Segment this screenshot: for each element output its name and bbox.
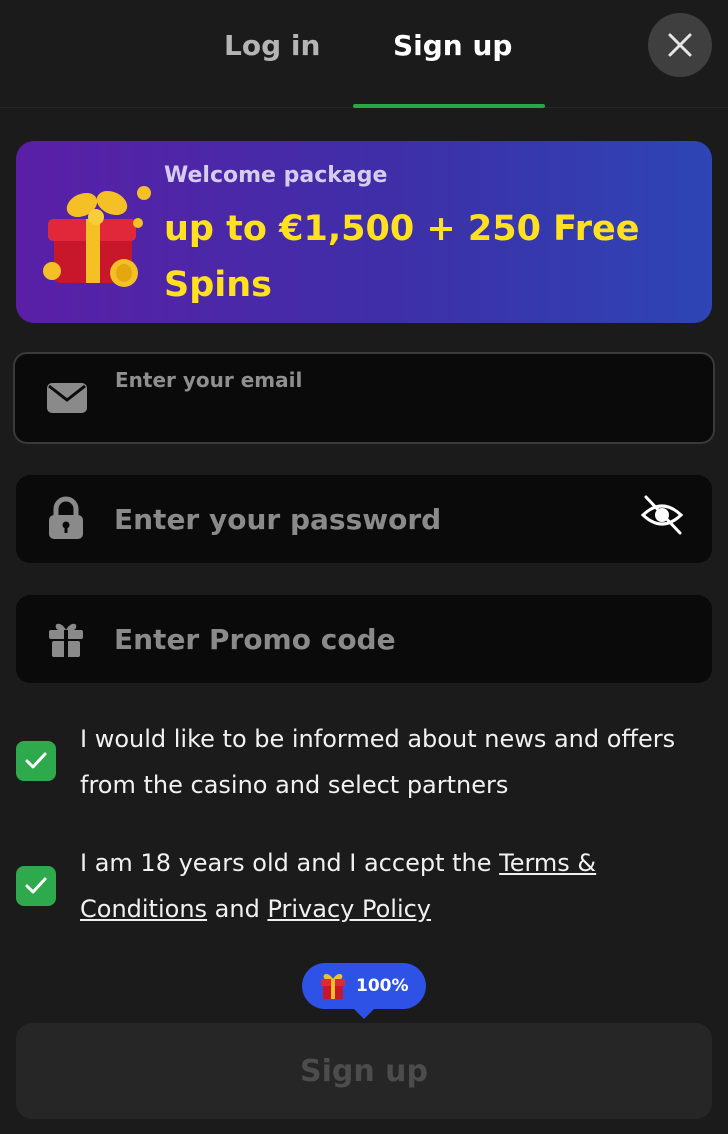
tab-login[interactable]: Log in <box>224 24 320 68</box>
gift-box-illustration <box>43 186 151 287</box>
bonus-badge: 100% <box>302 963 426 1019</box>
welcome-banner: Welcome package up to €1,500 + 250 Free … <box>16 141 712 323</box>
age-consent-text: I am 18 years old and I accept the Terms… <box>80 840 710 932</box>
age-consent-text-before: I am 18 years old and I accept the <box>80 849 500 877</box>
close-icon <box>668 33 692 57</box>
news-consent-checkbox[interactable] <box>16 741 56 781</box>
check-icon <box>25 752 47 769</box>
banner-title: up to €1,500 + 250 Free Spins <box>164 209 640 305</box>
age-consent-row: I am 18 years old and I accept the Terms… <box>16 840 712 932</box>
email-label: Enter your email <box>115 368 303 392</box>
auth-tabs: Log in Sign up <box>0 0 728 108</box>
promo-code-field[interactable] <box>16 595 712 683</box>
password-field[interactable] <box>16 475 712 563</box>
envelope-icon <box>45 380 89 416</box>
email-input[interactable] <box>115 396 615 436</box>
check-icon <box>25 877 47 894</box>
gift-icon <box>321 974 345 999</box>
gift-icon <box>46 619 86 659</box>
news-consent-row: I would like to be informed about news a… <box>16 716 712 808</box>
password-input[interactable] <box>114 475 614 563</box>
news-consent-text: I would like to be informed about news a… <box>80 725 676 799</box>
age-consent-checkbox[interactable] <box>16 866 56 906</box>
bonus-percent: 100% <box>356 976 409 996</box>
sign-up-button[interactable]: Sign up <box>16 1023 712 1119</box>
active-tab-indicator <box>353 104 545 108</box>
lock-icon <box>46 495 86 541</box>
email-field[interactable]: Enter your email <box>13 352 715 444</box>
age-consent-text-middle: and <box>207 895 268 923</box>
close-button[interactable] <box>648 13 712 77</box>
eye-off-icon[interactable] <box>638 493 686 537</box>
privacy-policy-link[interactable]: Privacy Policy <box>267 895 431 923</box>
promo-code-input[interactable] <box>114 595 614 683</box>
banner-subtitle: Welcome package <box>164 163 388 188</box>
tab-signup[interactable]: Sign up <box>393 24 512 68</box>
